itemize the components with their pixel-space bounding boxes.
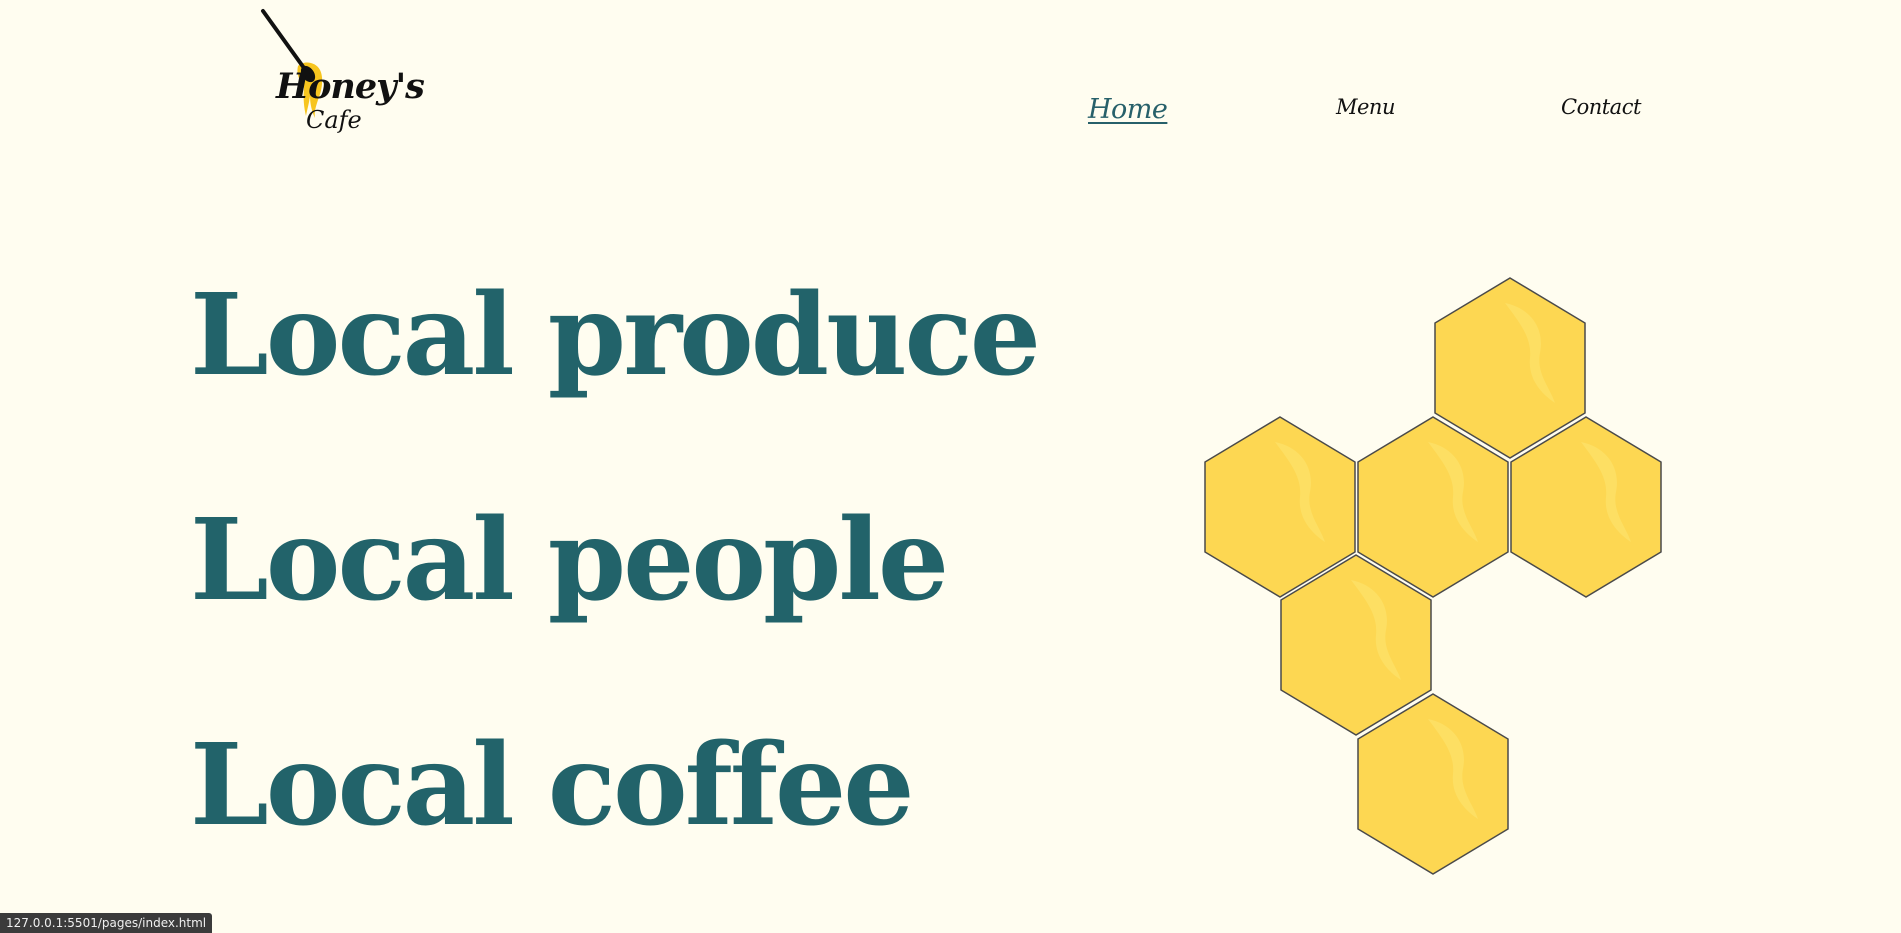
logo-link[interactable]: Honey's Cafe xyxy=(260,8,425,138)
nav-home-link[interactable]: Home xyxy=(1088,94,1168,125)
nav-menu-link[interactable]: Menu xyxy=(1336,95,1395,119)
logo-subtitle: Cafe xyxy=(306,106,362,134)
logo-title: Honey's xyxy=(276,66,425,107)
tagline-coffee: Local coffee xyxy=(190,720,915,851)
tagline-people: Local people xyxy=(190,495,949,626)
status-bar-url: 127.0.0.1:5501/pages/index.html xyxy=(0,913,213,933)
nav-contact-link[interactable]: Contact xyxy=(1561,95,1641,119)
honeycomb-graphic xyxy=(1204,277,1662,875)
tagline-produce: Local produce xyxy=(190,270,1041,401)
